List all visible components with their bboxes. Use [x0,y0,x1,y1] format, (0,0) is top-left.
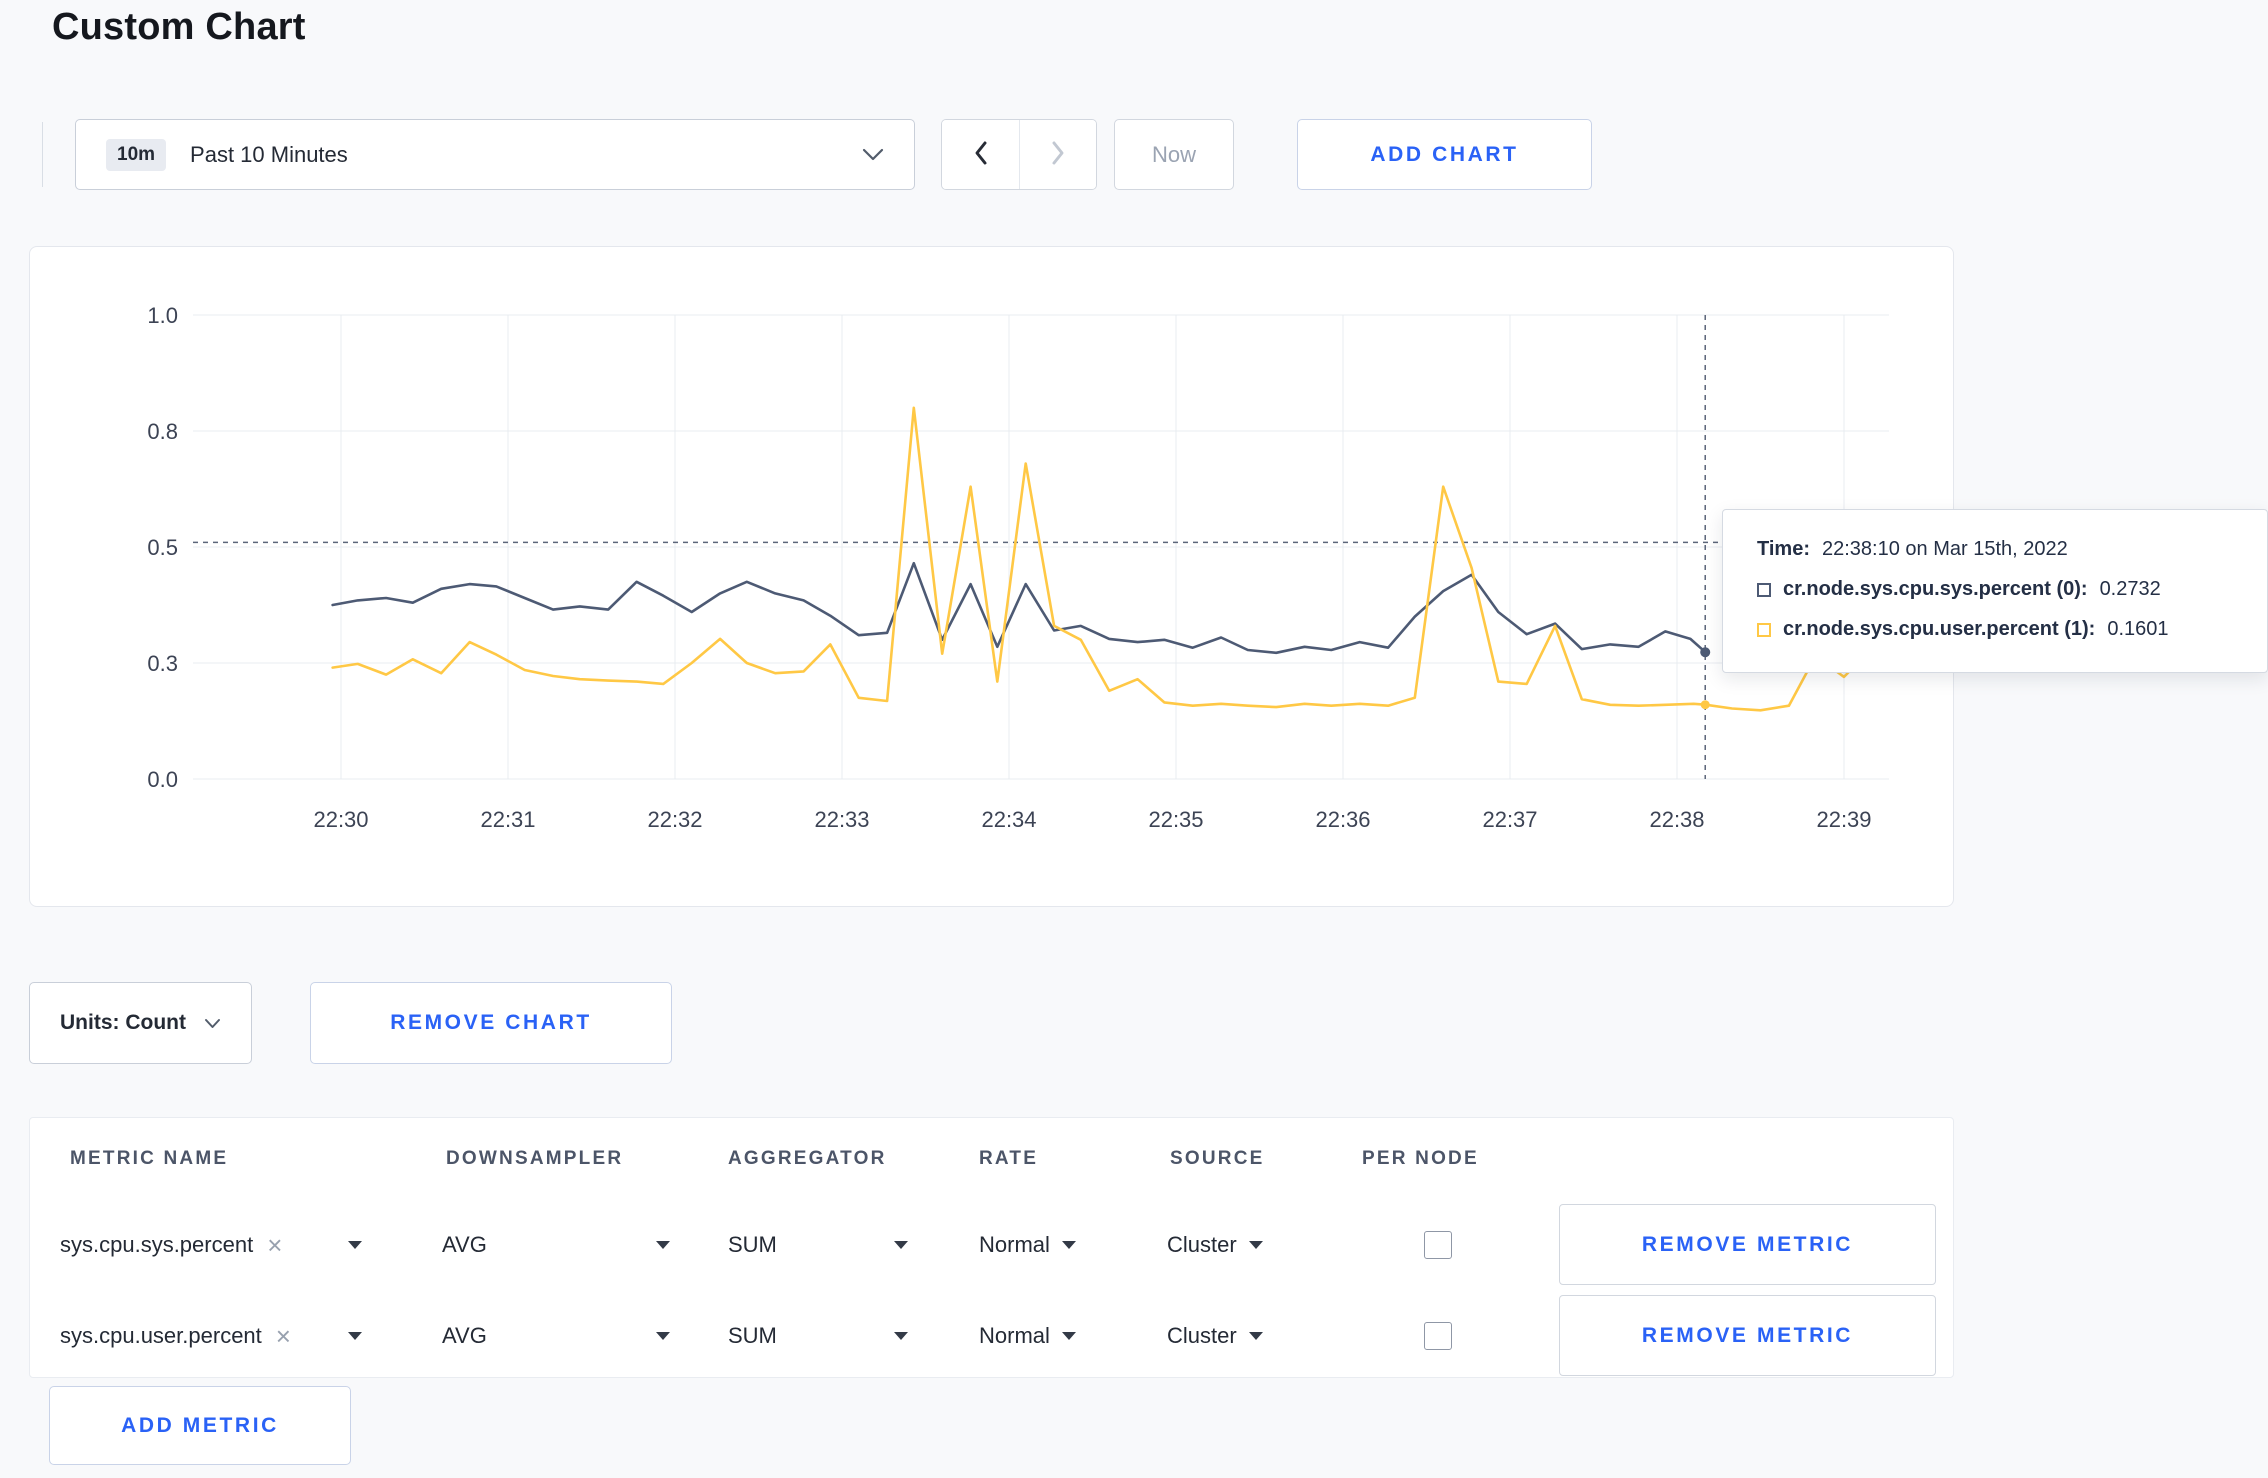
chart-tooltip: Time: 22:38:10 on Mar 15th, 2022 cr.node… [1722,509,2268,673]
column-header-aggregator: AGGREGATOR [728,1148,887,1169]
svg-text:0.5: 0.5 [147,535,178,560]
chevron-right-icon [1051,140,1066,169]
tooltip-series-value: 0.1601 [2107,618,2169,640]
chart-toolbar: 10m Past 10 Minutes Now ADD CHART [0,119,2268,190]
per-node-checkbox[interactable] [1424,1321,1452,1350]
column-header-metric-name: METRIC NAME [70,1148,229,1169]
tooltip-time-value: 22:38:10 on Mar 15th, 2022 [1821,538,2068,560]
tooltip-series-value: 0.2732 [2099,578,2161,600]
svg-text:22:37: 22:37 [1482,807,1537,832]
chevron-down-icon [204,1011,221,1035]
add-chart-button[interactable]: ADD CHART [1297,119,1592,190]
downsampler-select[interactable]: AVG [442,1295,670,1376]
metrics-table: METRIC NAME DOWNSAMPLER AGGREGATOR RATE … [29,1117,1954,1378]
tooltip-time-label: Time: [1757,538,1810,560]
page-title: Custom Chart [52,6,306,48]
caret-down-icon [1061,1240,1076,1249]
custom-chart-page: Custom Chart 10m Past 10 Minutes Now ADD… [0,0,2268,1478]
rate-select[interactable]: Normal [979,1204,1076,1285]
remove-metric-button[interactable]: REMOVE METRIC [1559,1204,1936,1285]
downsampler-select[interactable]: AVG [442,1204,670,1285]
rate-value: Normal [979,1322,1050,1348]
caret-down-icon [894,1240,908,1249]
metric-name-value: sys.cpu.user.percent [60,1322,262,1348]
tooltip-series-label: cr.node.sys.cpu.user.percent (1): [1783,618,2096,640]
remove-metric-cell: REMOVE METRIC [1559,1295,1936,1376]
toolbar-divider [42,122,43,187]
aggregator-select[interactable]: SUM [728,1295,908,1376]
caret-down-icon [894,1331,908,1340]
series-user-swatch-icon [1757,622,1771,637]
tooltip-series-row: cr.node.sys.cpu.user.percent (1): 0.1601 [1757,618,2233,641]
svg-text:22:39: 22:39 [1816,807,1871,832]
now-button[interactable]: Now [1114,119,1234,190]
chevron-down-icon [862,148,884,161]
column-header-downsampler: DOWNSAMPLER [446,1148,624,1169]
time-window-dropdown[interactable]: 10m Past 10 Minutes [75,119,915,190]
aggregator-select[interactable]: SUM [728,1204,908,1285]
column-header-source: SOURCE [1170,1148,1265,1169]
svg-text:0.8: 0.8 [147,419,178,444]
source-select[interactable]: Cluster [1167,1295,1263,1376]
units-label: Units: Count [60,1011,186,1034]
series-sys-swatch-icon [1757,582,1771,597]
downsampler-value: AVG [442,1322,487,1348]
column-header-rate: RATE [979,1148,1039,1169]
svg-text:22:35: 22:35 [1148,807,1203,832]
tooltip-time-row: Time: 22:38:10 on Mar 15th, 2022 [1757,538,2233,561]
source-value: Cluster [1167,1231,1237,1257]
per-node-cell [1424,1204,1452,1285]
units-dropdown[interactable]: Units: Count [29,982,252,1064]
per-node-checkbox[interactable] [1424,1230,1452,1259]
caret-down-icon [1061,1331,1076,1340]
chart-card: 22:30 22:31 22:32 22:33 22:34 22:35 22:36 22:37… [29,246,2268,908]
rate-select[interactable]: Normal [979,1295,1076,1376]
remove-chart-button[interactable]: REMOVE CHART [310,982,672,1064]
source-value: Cluster [1167,1322,1237,1348]
caret-down-icon[interactable] [348,1240,362,1249]
close-icon[interactable]: × [276,1323,291,1349]
svg-text:22:36: 22:36 [1315,807,1370,832]
svg-text:0.3: 0.3 [147,651,178,676]
prev-time-button[interactable] [942,120,1019,189]
tooltip-series-label: cr.node.sys.cpu.sys.percent (0): [1783,578,2088,600]
svg-text:22:34: 22:34 [981,807,1036,832]
per-node-cell [1424,1295,1452,1376]
aggregator-value: SUM [728,1322,777,1348]
aggregator-value: SUM [728,1231,777,1257]
time-window-badge: 10m [106,138,167,171]
source-select[interactable]: Cluster [1167,1204,1263,1285]
metric-row: sys.cpu.user.percent × AVG SUM Normal Cl… [30,1295,1953,1376]
chevron-left-icon [973,140,988,169]
caret-down-icon [1248,1240,1263,1249]
time-nav-group [941,119,1097,190]
remove-metric-button[interactable]: REMOVE METRIC [1559,1295,1936,1376]
close-icon[interactable]: × [267,1232,282,1258]
svg-text:22:33: 22:33 [814,807,869,832]
time-window-label: Past 10 Minutes [190,141,348,167]
caret-down-icon [1248,1331,1263,1340]
metric-row: sys.cpu.sys.percent × AVG SUM Normal Clu… [30,1204,1953,1285]
metric-name-select[interactable]: sys.cpu.sys.percent × [60,1204,362,1285]
caret-down-icon [656,1331,670,1340]
caret-down-icon[interactable] [348,1331,362,1340]
remove-metric-cell: REMOVE METRIC [1559,1204,1936,1285]
column-header-per-node: PER NODE [1362,1148,1479,1169]
add-metric-button[interactable]: ADD METRIC [49,1386,351,1465]
downsampler-value: AVG [442,1231,487,1257]
svg-text:1.0: 1.0 [147,303,178,328]
svg-text:22:30: 22:30 [313,807,368,832]
caret-down-icon [656,1240,670,1249]
next-time-button[interactable] [1019,120,1096,189]
tooltip-series-row: cr.node.sys.cpu.sys.percent (0): 0.2732 [1757,578,2233,601]
rate-value: Normal [979,1231,1050,1257]
svg-text:22:31: 22:31 [480,807,535,832]
cpu-percent-line-chart[interactable]: 22:30 22:31 22:32 22:33 22:34 22:35 22:36 22:37… [30,247,1955,908]
metric-name-value: sys.cpu.sys.percent [60,1231,254,1257]
svg-text:0.0: 0.0 [147,767,178,792]
svg-text:22:38: 22:38 [1649,807,1704,832]
metric-name-select[interactable]: sys.cpu.user.percent × [60,1295,362,1376]
svg-text:22:32: 22:32 [647,807,702,832]
